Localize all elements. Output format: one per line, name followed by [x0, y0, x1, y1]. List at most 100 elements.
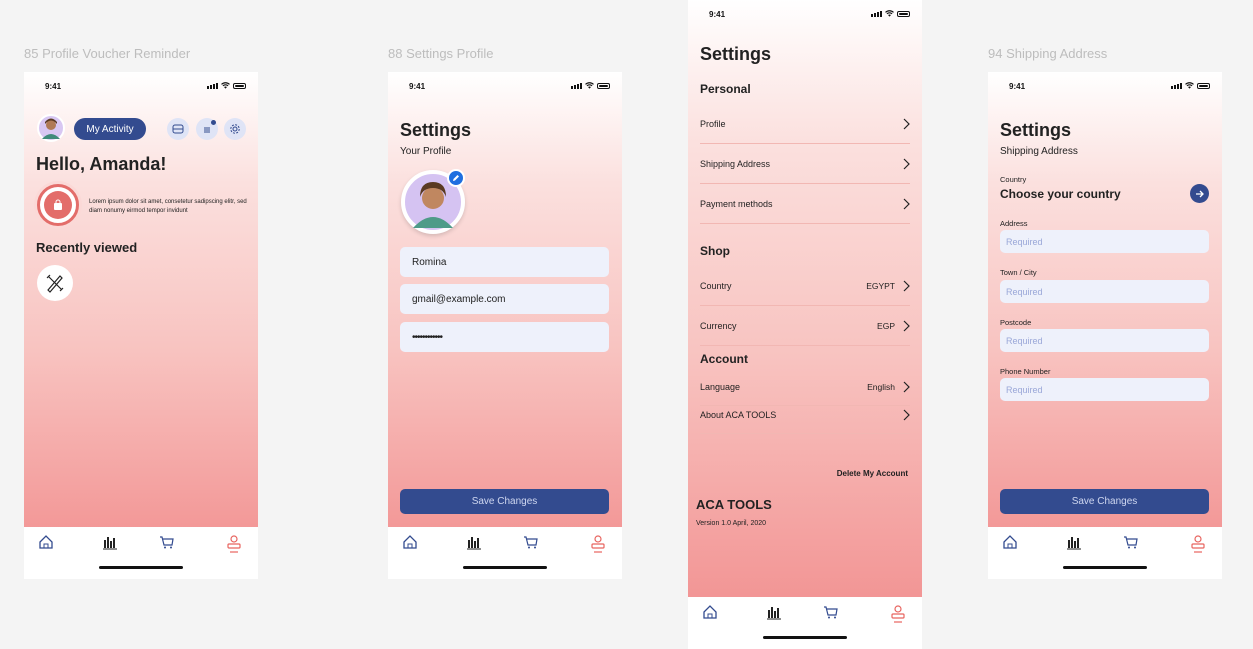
- chart-icon: [103, 537, 117, 550]
- menu-button[interactable]: [196, 118, 218, 140]
- home-indicator: [1063, 566, 1147, 569]
- app-version: Version 1.0 April, 2020: [696, 520, 767, 527]
- voucher-badge[interactable]: [37, 184, 79, 226]
- tab-profile[interactable]: [224, 535, 244, 555]
- status-bar: 9:41: [988, 72, 1222, 100]
- wifi-icon: [221, 82, 230, 89]
- settings-row-about[interactable]: About ACA TOOLS: [700, 396, 910, 434]
- tab-cart[interactable]: [157, 532, 177, 552]
- ticket-icon: [172, 124, 184, 134]
- password-field[interactable]: ••••••••••••: [400, 322, 609, 352]
- settings-row-shipping-address[interactable]: Shipping Address: [700, 144, 910, 184]
- tab-profile[interactable]: [588, 535, 608, 555]
- home-indicator: [763, 636, 847, 639]
- cart-icon: [1124, 536, 1138, 549]
- wifi-icon: [885, 10, 894, 17]
- tab-profile[interactable]: [1188, 535, 1208, 555]
- page-title: Settings: [400, 120, 472, 140]
- row-label: Shipping Address: [700, 158, 771, 169]
- status-time: 9:41: [45, 82, 62, 91]
- settings-row-currency[interactable]: Currency EGP: [700, 306, 910, 346]
- save-changes-button[interactable]: Save Changes: [1000, 489, 1209, 514]
- tab-cart[interactable]: [821, 602, 841, 622]
- tools-icon: [46, 274, 64, 293]
- chart-icon: [767, 607, 781, 620]
- frame-label: 85 Profile Voucher Reminder: [24, 46, 191, 61]
- status-time: 9:41: [1009, 82, 1026, 91]
- avatar[interactable]: [37, 114, 65, 142]
- voucher-button[interactable]: [167, 118, 189, 140]
- chevron-right-icon: [903, 198, 910, 209]
- postcode-label: Postcode: [1000, 318, 1032, 327]
- tab-bar: [24, 527, 258, 579]
- status-time: 9:41: [709, 10, 726, 19]
- email-field[interactable]: gmail@example.com: [400, 284, 609, 314]
- home-indicator: [463, 566, 547, 569]
- battery-icon: [233, 83, 246, 89]
- chevron-right-icon: [903, 118, 910, 129]
- profile-icon: [891, 605, 905, 623]
- page-title: Settings: [1000, 120, 1072, 140]
- tab-cart[interactable]: [1121, 532, 1141, 552]
- tab-home[interactable]: [700, 602, 720, 622]
- tab-catalog[interactable]: [100, 532, 120, 552]
- settings-row-payment-methods[interactable]: Payment methods: [700, 184, 910, 224]
- my-activity-button[interactable]: My Activity: [74, 118, 146, 140]
- tab-catalog[interactable]: [764, 602, 784, 622]
- cart-icon: [824, 606, 838, 619]
- recent-item[interactable]: [37, 265, 73, 301]
- notification-dot: [211, 120, 216, 125]
- chevron-right-icon: [903, 409, 910, 420]
- shipping-address-screen: 9:41 Settings Shipping Address Country C…: [988, 72, 1222, 579]
- home-icon: [403, 535, 417, 549]
- tab-bar: [388, 527, 622, 579]
- row-label: Language: [700, 381, 741, 392]
- home-icon: [39, 535, 53, 549]
- tab-home[interactable]: [400, 532, 420, 552]
- tab-catalog[interactable]: [1064, 532, 1084, 552]
- town-label: Town / City: [1000, 268, 1037, 277]
- signal-icon: [571, 83, 582, 89]
- tab-catalog[interactable]: [464, 532, 484, 552]
- battery-icon: [597, 83, 610, 89]
- page-subtitle: Your Profile: [400, 146, 452, 157]
- tab-cart[interactable]: [521, 532, 541, 552]
- save-changes-button[interactable]: Save Changes: [400, 489, 609, 514]
- row-label: About ACA TOOLS: [700, 409, 777, 420]
- row-label: Currency: [700, 320, 737, 331]
- status-bar: 9:41: [688, 0, 922, 28]
- shopping-bag-icon: [54, 199, 62, 210]
- country-select[interactable]: Choose your country: [1000, 187, 1121, 201]
- home-indicator: [99, 566, 183, 569]
- tab-bar: [988, 527, 1222, 579]
- profile-icon: [1191, 535, 1205, 553]
- row-value: EGYPT: [866, 280, 895, 291]
- tab-home[interactable]: [36, 532, 56, 552]
- settings-row-profile[interactable]: Profile: [700, 104, 910, 144]
- phone-field[interactable]: Required: [1000, 378, 1209, 401]
- edit-photo-button[interactable]: [447, 169, 465, 187]
- address-field[interactable]: Required: [1000, 230, 1209, 253]
- status-bar: 9:41: [388, 72, 622, 100]
- frame-label: 88 Settings Profile: [388, 46, 494, 61]
- country-next-button[interactable]: [1190, 184, 1209, 203]
- status-time: 9:41: [409, 82, 426, 91]
- home-icon: [703, 605, 717, 619]
- postcode-field[interactable]: Required: [1000, 329, 1209, 352]
- row-label: Profile: [700, 118, 726, 129]
- status-bar: 9:41: [24, 72, 258, 100]
- profile-voucher-screen: 9:41 My Activity Hello, Amanda! Lorem ip…: [24, 72, 258, 579]
- profile-icon: [227, 535, 241, 553]
- tab-profile[interactable]: [888, 605, 908, 625]
- name-field[interactable]: Romina: [400, 247, 609, 277]
- signal-icon: [207, 83, 218, 89]
- country-label: Country: [1000, 175, 1027, 184]
- town-field[interactable]: Required: [1000, 280, 1209, 303]
- chevron-right-icon: [903, 381, 910, 392]
- tab-home[interactable]: [1000, 532, 1020, 552]
- settings-row-country[interactable]: Country EGYPT: [700, 266, 910, 306]
- settings-button[interactable]: [224, 118, 246, 140]
- row-value: English: [867, 381, 895, 392]
- tab-bar: [688, 597, 922, 649]
- delete-account-link[interactable]: Delete My Account: [837, 469, 908, 478]
